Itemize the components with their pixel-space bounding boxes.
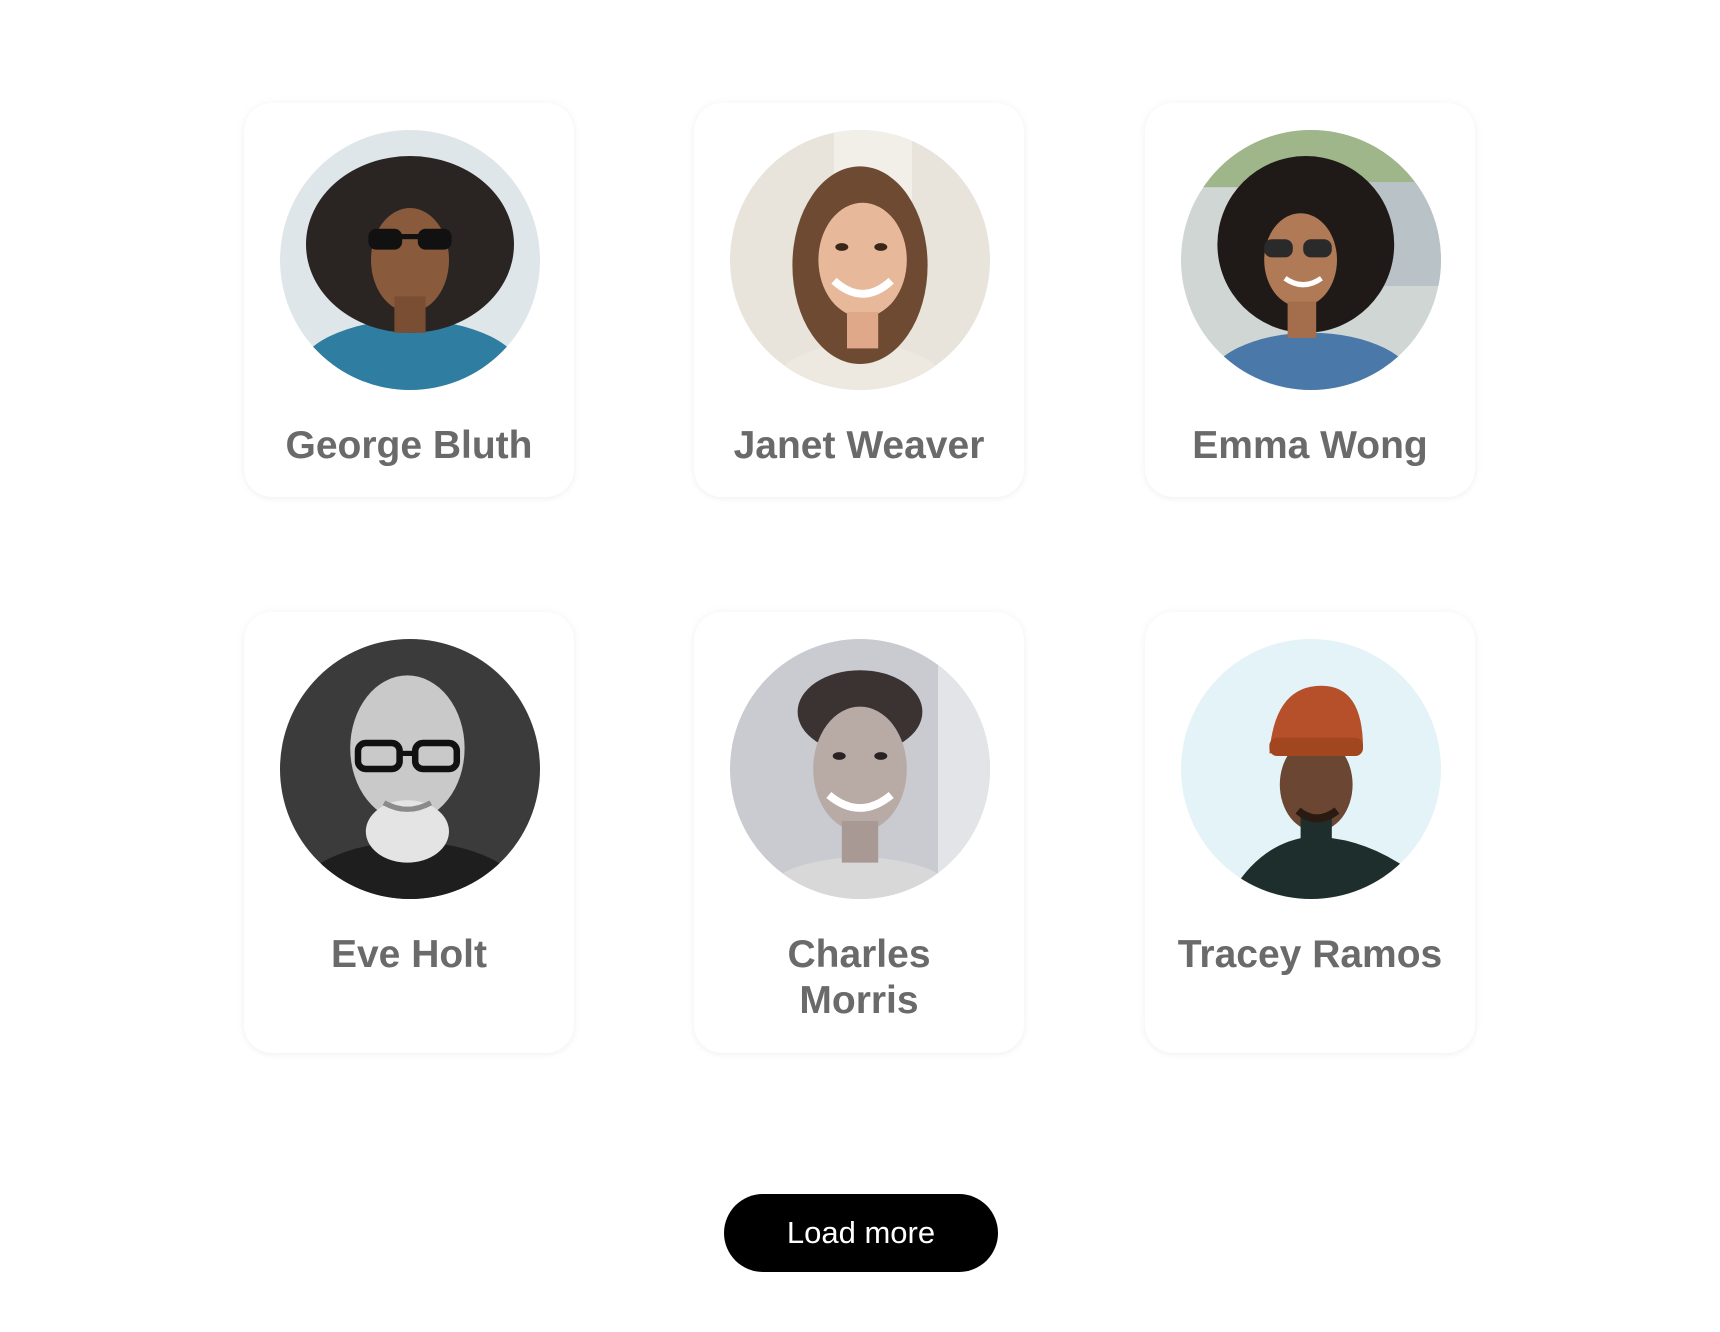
user-card[interactable]: George Bluth <box>244 103 574 497</box>
avatar-photo-tracey-ramos-icon <box>1181 639 1441 899</box>
user-card[interactable]: Eve Holt <box>244 612 574 1053</box>
avatar <box>730 639 990 899</box>
user-card-grid: George Bluth Janet Weaver Emma Wong Eve … <box>0 0 1720 1332</box>
user-card[interactable]: Tracey Ramos <box>1145 612 1475 1053</box>
avatar <box>730 130 990 390</box>
user-name: Emma Wong <box>1192 424 1428 467</box>
user-name: Charles Morris <box>787 933 931 1022</box>
user-name: Eve Holt <box>330 933 488 976</box>
avatar-photo-janet-weaver-icon <box>730 130 990 390</box>
avatar <box>1181 639 1441 899</box>
load-more-button[interactable]: Load more <box>724 1194 998 1272</box>
avatar-photo-charles-morris-icon <box>730 639 990 899</box>
user-card[interactable]: Janet Weaver <box>694 103 1024 497</box>
avatar-photo-eve-holt-icon <box>280 639 540 899</box>
user-name: George Bluth <box>285 424 533 467</box>
avatar <box>280 130 540 390</box>
user-name: Tracey Ramos <box>1177 933 1443 976</box>
user-name: Janet Weaver <box>733 424 985 467</box>
avatar-photo-emma-wong-icon <box>1181 130 1441 390</box>
avatar <box>1181 130 1441 390</box>
user-card[interactable]: Charles Morris <box>694 612 1024 1053</box>
avatar-photo-george-bluth-icon <box>280 130 540 390</box>
user-card[interactable]: Emma Wong <box>1145 103 1475 497</box>
avatar <box>280 639 540 899</box>
